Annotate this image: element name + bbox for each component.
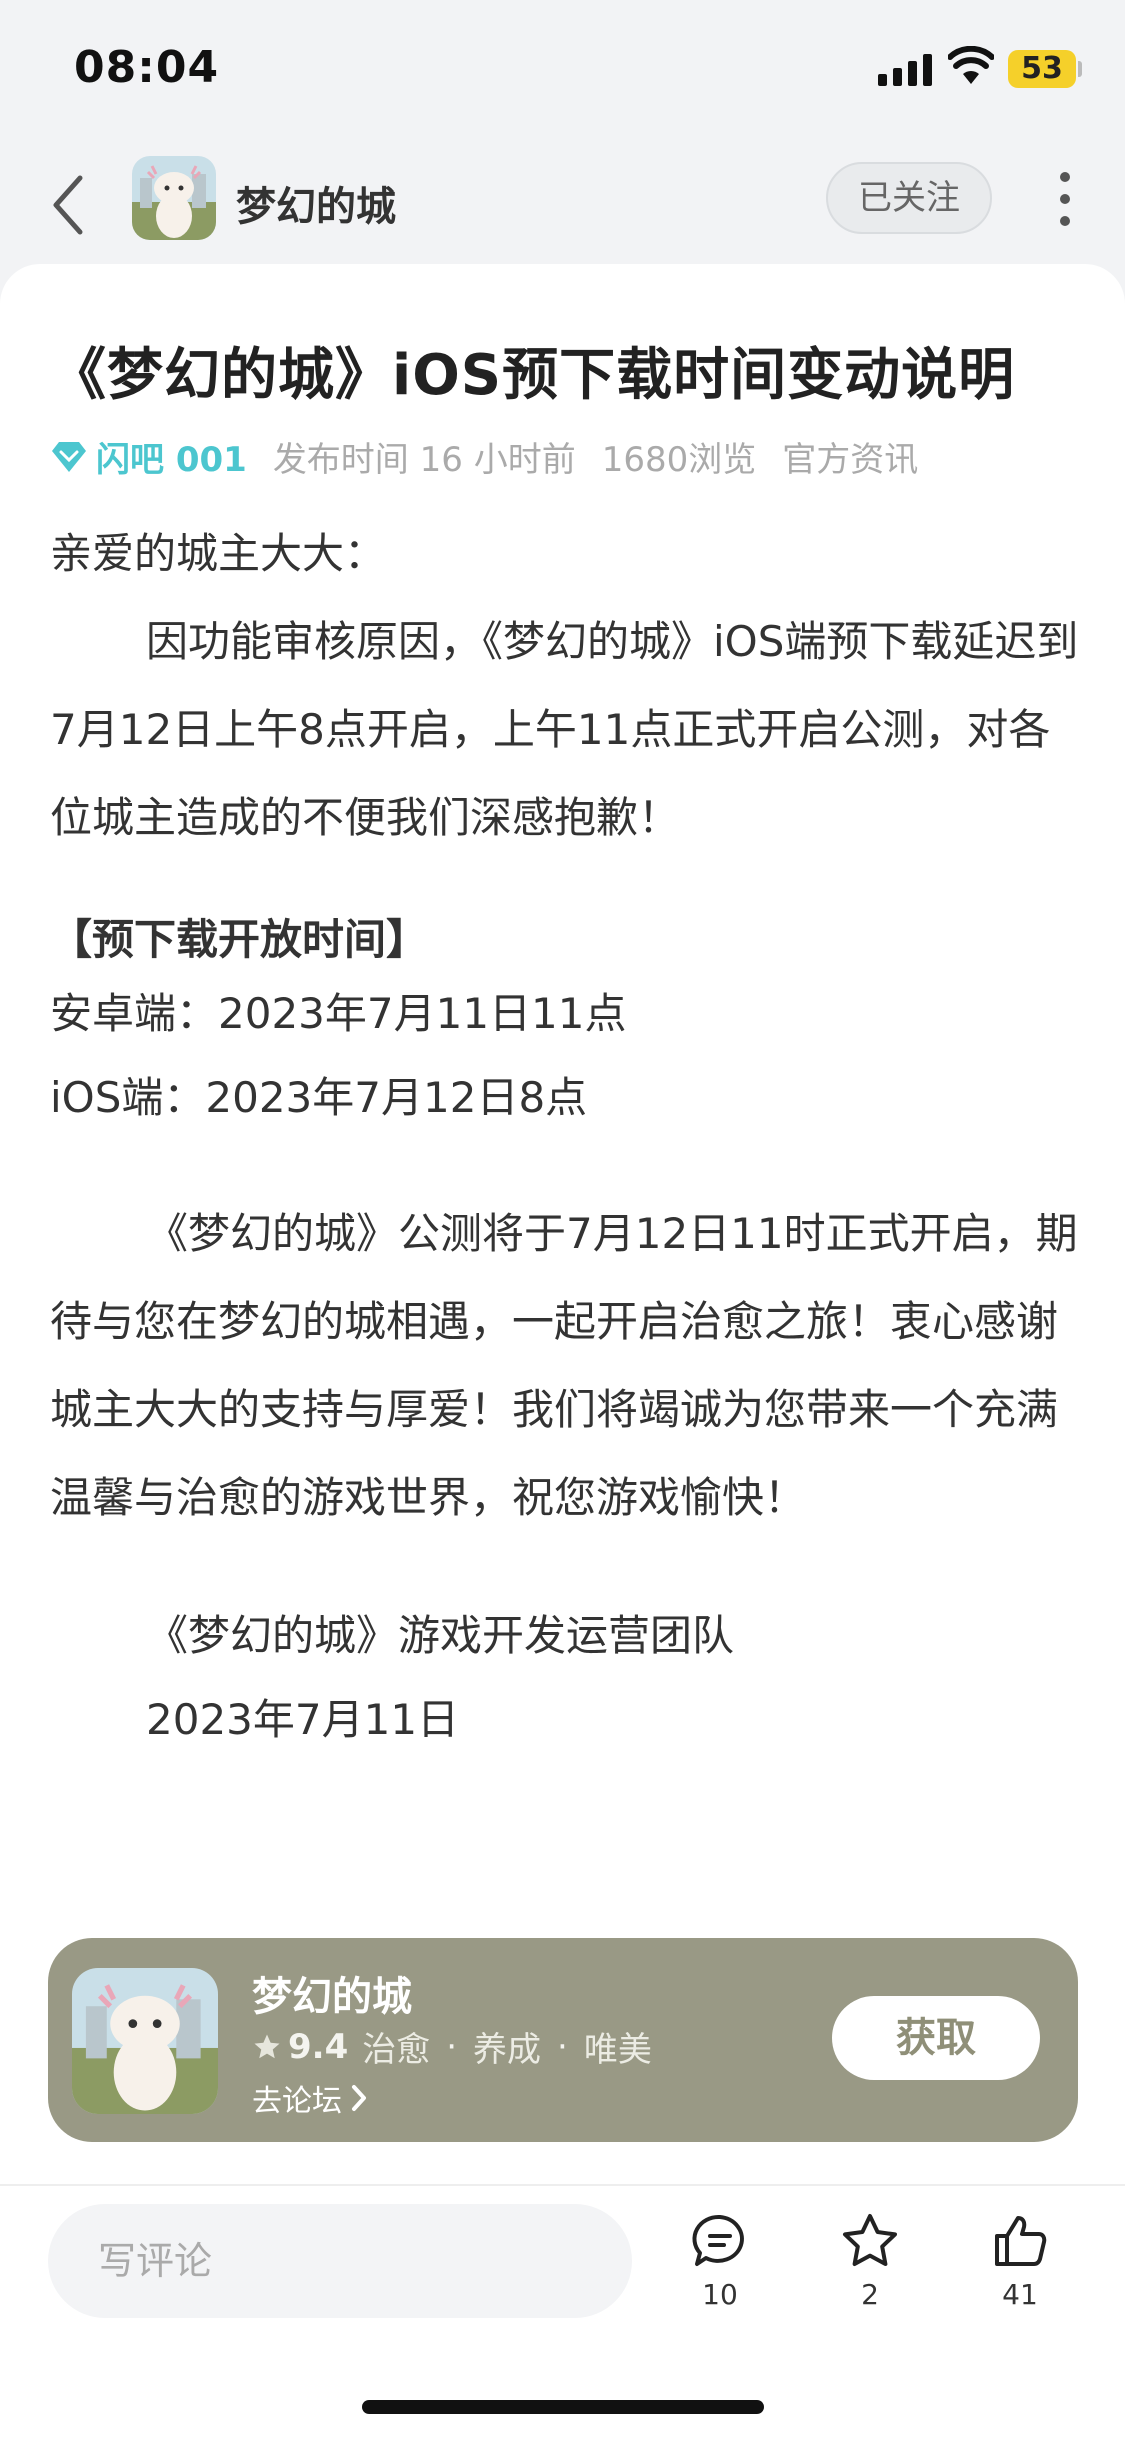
battery-indicator: 53 — [1008, 50, 1076, 88]
status-bar: 08:04 53 — [0, 0, 1125, 130]
cellular-signal-icon — [878, 52, 932, 86]
article-title: 《梦幻的城》iOS预下载时间变动说明 — [50, 343, 1016, 408]
game-avatar-icon[interactable] — [132, 156, 216, 240]
follow-button[interactable]: 已关注 — [826, 162, 992, 234]
view-count: 1680浏览 — [601, 440, 757, 480]
thumbs-up-icon — [995, 2216, 1047, 2266]
status-time: 08:04 — [74, 42, 220, 93]
get-button[interactable]: 获取 — [832, 1996, 1040, 2080]
wifi-icon — [948, 46, 994, 84]
tag-separator: · — [557, 2026, 568, 2067]
paragraph-2: 《梦幻的城》公测将于7月12日11时正式开启，期待与您在梦幻的城相遇，一起开启治… — [50, 1209, 1078, 1522]
comment-icon — [692, 2214, 744, 2266]
paragraph-1: 因功能审核原因，《梦幻的城》iOS端预下载延迟到7月12日上午8点开启，上午11… — [50, 617, 1079, 842]
comment-count: 10 — [702, 2278, 738, 2311]
date-text: 2023年7月11日 — [146, 1695, 460, 1744]
game-tag: 养成 — [473, 2030, 542, 2070]
game-icon[interactable] — [72, 1968, 218, 2114]
article-meta: 闪吧 001 发布时间 16 小时前 1680浏览 官方资讯 — [50, 432, 944, 481]
top-nav-bar: 梦幻的城 已关注 — [0, 150, 1125, 260]
rating-score: 9.4 — [288, 2026, 349, 2067]
like-count: 41 — [1002, 2278, 1038, 2311]
star-icon — [254, 2034, 280, 2058]
comment-button[interactable]: 10 — [670, 2212, 770, 2311]
verified-diamond-icon — [52, 441, 86, 472]
back-arrow-icon[interactable] — [46, 172, 94, 238]
publish-time: 发布时间 16 小时前 — [272, 440, 576, 480]
signature-text: 《梦幻的城》游戏开发运营团队 — [146, 1611, 735, 1660]
game-tag: 治愈 — [362, 2030, 431, 2070]
game-banner[interactable]: 梦幻的城 9.4 治愈 · 养成 · 唯美 去论坛 获取 — [48, 1938, 1078, 2142]
home-indicator — [362, 2400, 764, 2414]
favorite-count: 2 — [861, 2278, 879, 2311]
chevron-right-icon — [352, 2085, 366, 2111]
game-rating-row: 9.4 治愈 · 养成 · 唯美 — [252, 2022, 652, 2071]
article-category: 官方资讯 — [782, 440, 919, 480]
author-name[interactable]: 闪吧 001 — [96, 432, 247, 481]
star-outline-icon — [843, 2214, 897, 2266]
android-time: 安卓端：2023年7月11日11点 — [50, 989, 627, 1038]
greeting-text: 亲爱的城主大大： — [50, 529, 387, 578]
battery-tip — [1078, 61, 1082, 77]
banner-game-name: 梦幻的城 — [252, 1974, 412, 2020]
like-button[interactable]: 41 — [970, 2212, 1070, 2311]
header-game-name[interactable]: 梦幻的城 — [236, 174, 396, 232]
tag-separator: · — [446, 2026, 458, 2067]
forum-link-label: 去论坛 — [252, 2084, 342, 2119]
more-options-icon[interactable] — [1050, 172, 1080, 232]
game-tag: 唯美 — [583, 2030, 652, 2070]
article-card: 《梦幻的城》iOS预下载时间变动说明 闪吧 001 发布时间 16 小时前 16… — [0, 264, 1125, 2184]
ios-time: iOS端：2023年7月12日8点 — [50, 1073, 588, 1122]
forum-link[interactable]: 去论坛 — [252, 2076, 370, 2120]
favorite-button[interactable]: 2 — [820, 2212, 920, 2311]
comment-input[interactable]: 写评论 — [48, 2204, 632, 2318]
